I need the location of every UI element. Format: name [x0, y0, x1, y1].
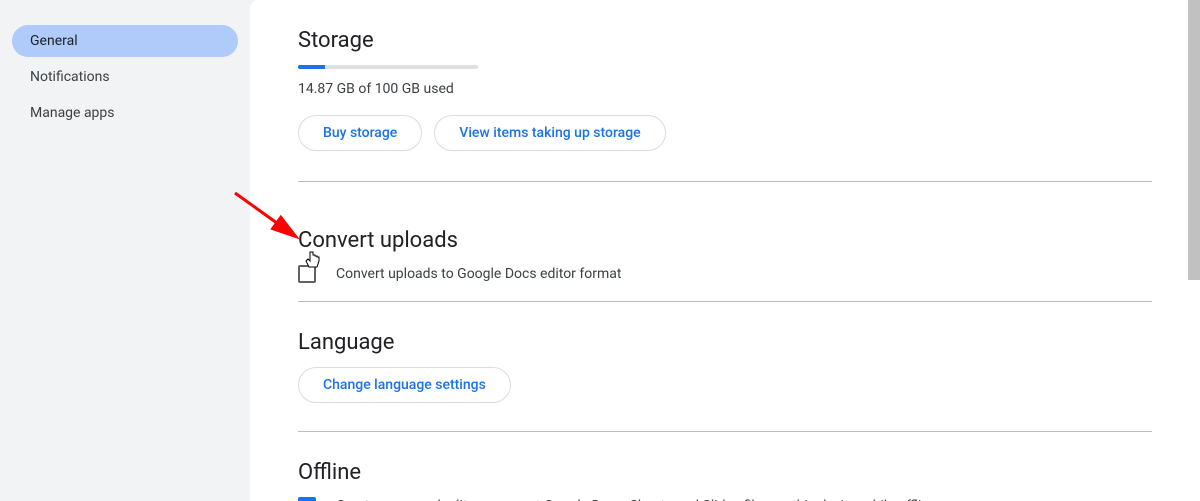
scrollbar-thumb[interactable]	[1188, 0, 1200, 280]
storage-title: Storage	[298, 28, 1152, 53]
view-items-button[interactable]: View items taking up storage	[434, 115, 665, 151]
settings-sidebar: General Notifications Manage apps	[0, 0, 250, 501]
settings-main: Storage 14.87 GB of 100 GB used Buy stor…	[250, 0, 1200, 501]
offline-checkbox[interactable]	[298, 497, 316, 501]
sidebar-item-manage-apps[interactable]: Manage apps	[12, 97, 238, 129]
buy-storage-button[interactable]: Buy storage	[298, 115, 422, 151]
storage-progress-fill	[298, 65, 325, 69]
convert-uploads-title: Convert uploads	[298, 228, 1152, 253]
offline-title: Offline	[298, 460, 1152, 485]
language-title: Language	[298, 330, 1152, 355]
convert-uploads-checkbox[interactable]	[298, 265, 316, 283]
section-divider	[298, 181, 1152, 182]
sidebar-item-notifications[interactable]: Notifications	[12, 61, 238, 93]
storage-progress-bar	[298, 65, 478, 69]
storage-usage-text: 14.87 GB of 100 GB used	[298, 81, 1152, 97]
sidebar-item-general[interactable]: General	[12, 25, 238, 57]
change-language-button[interactable]: Change language settings	[298, 367, 511, 403]
convert-uploads-label: Convert uploads to Google Docs editor fo…	[336, 266, 621, 282]
